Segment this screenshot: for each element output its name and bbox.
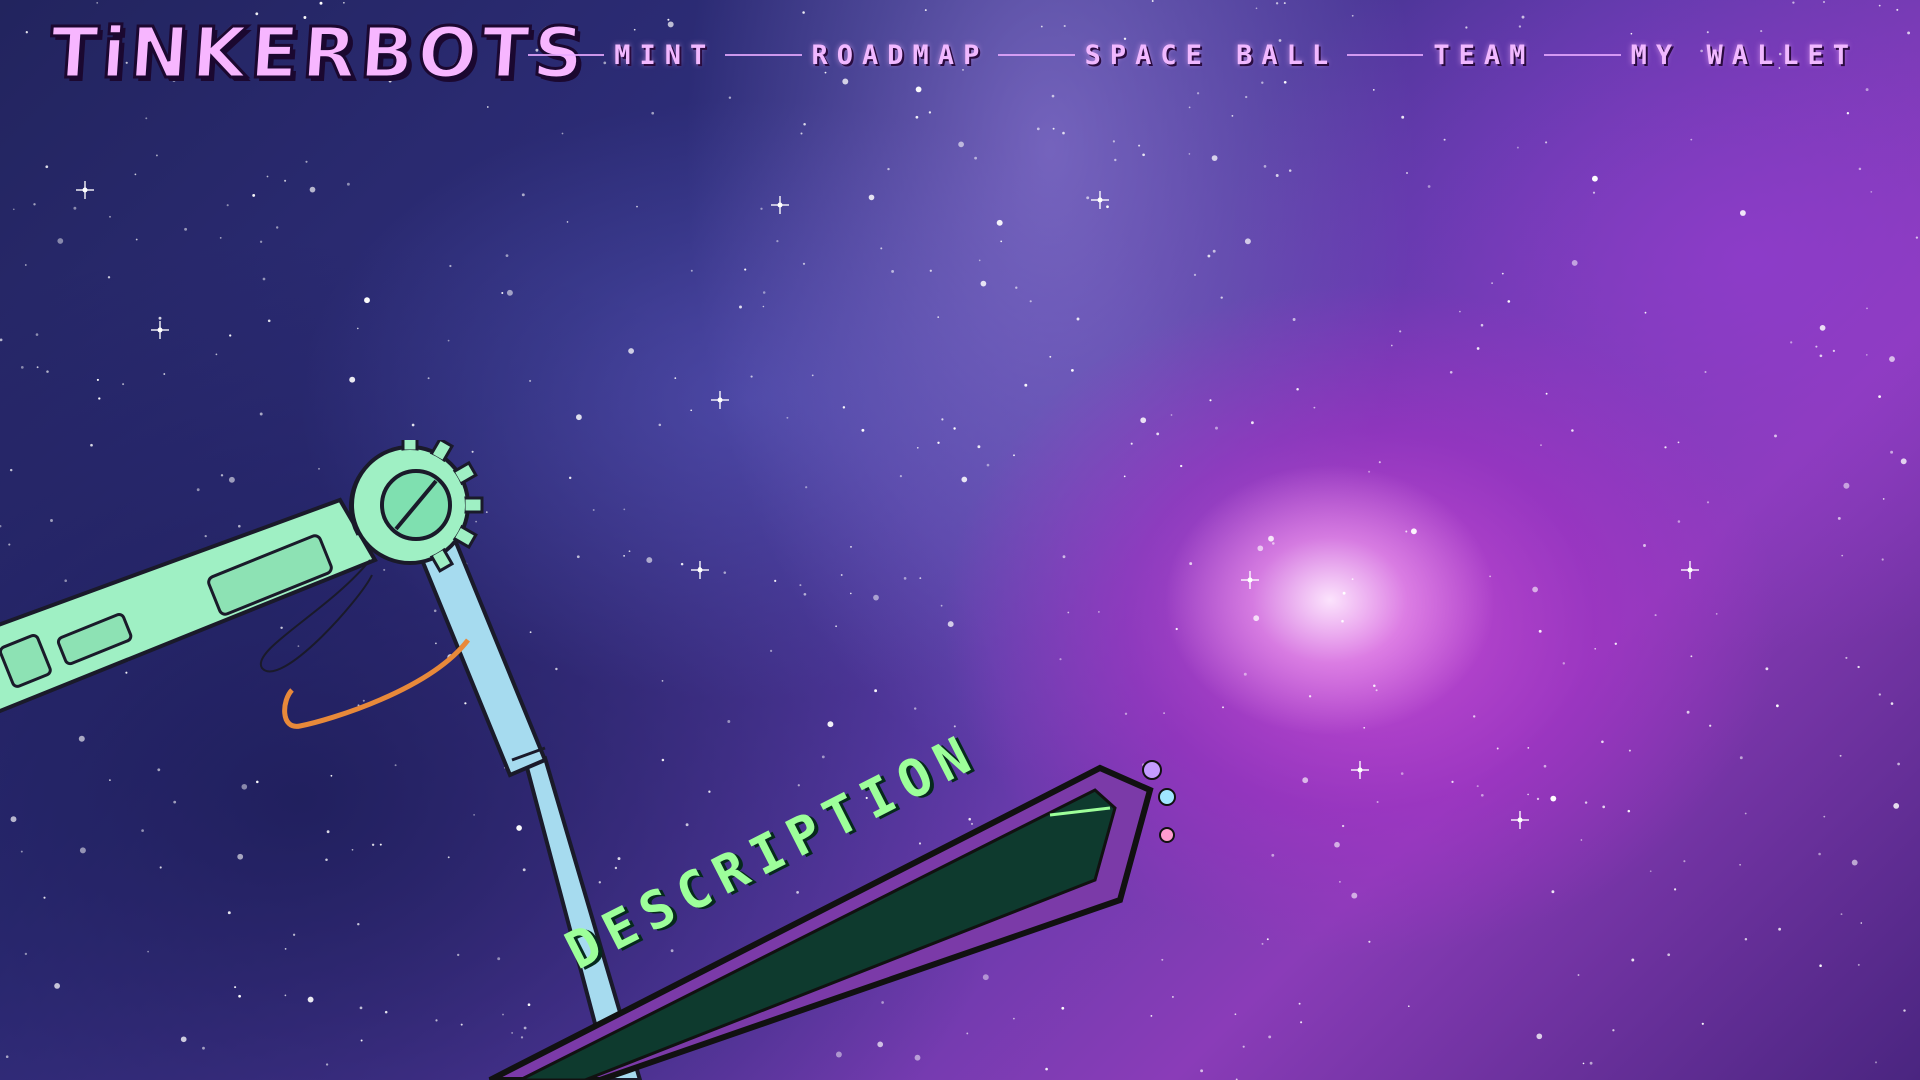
space-background: TiNKERBOTS MINT ROADMAP SPACE BALL TEAM … <box>0 0 1920 1080</box>
description-banner[interactable] <box>0 0 1920 1080</box>
